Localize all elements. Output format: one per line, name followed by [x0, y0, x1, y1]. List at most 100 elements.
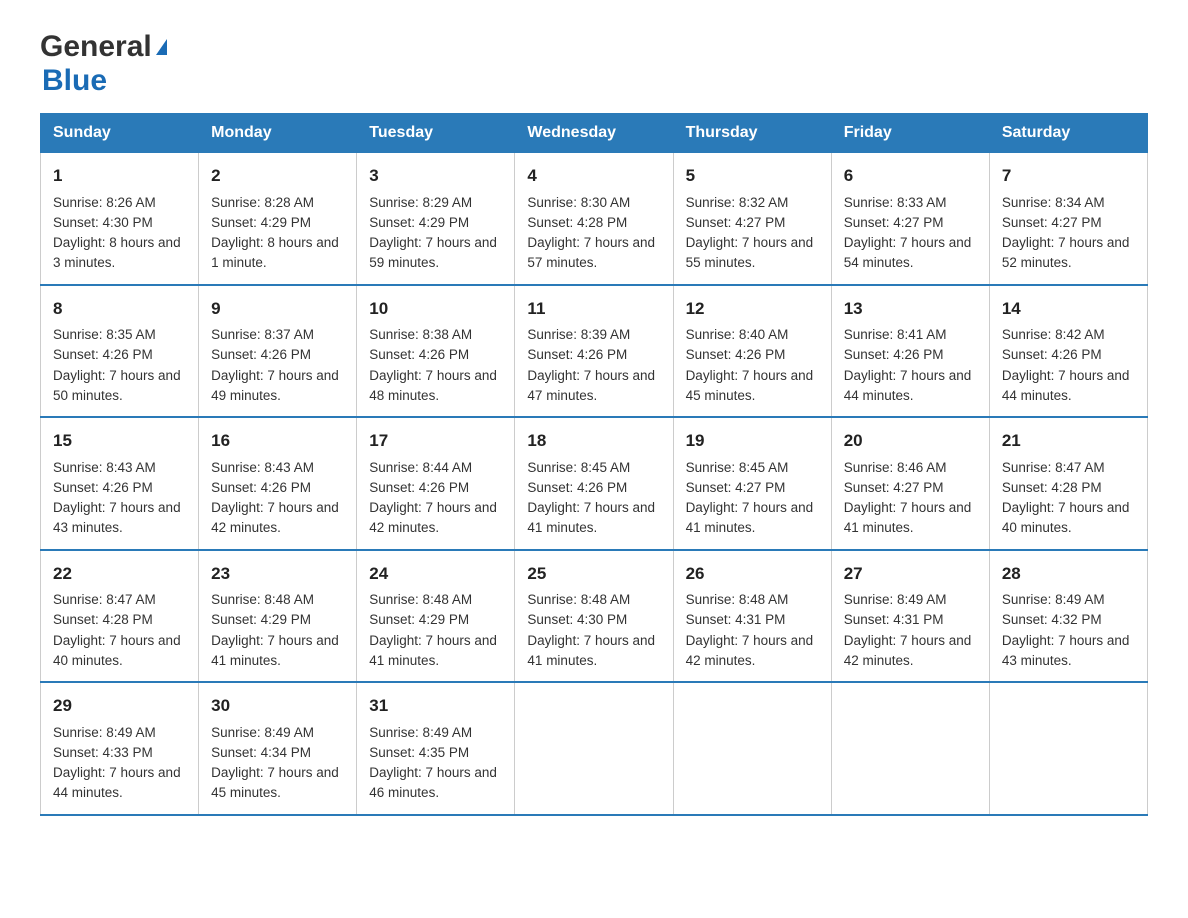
- day-sunrise: Sunrise: 8:41 AM: [844, 327, 947, 342]
- calendar-cell: [515, 682, 673, 815]
- day-sunset: Sunset: 4:31 PM: [844, 612, 944, 627]
- day-sunrise: Sunrise: 8:28 AM: [211, 195, 314, 210]
- day-sunrise: Sunrise: 8:43 AM: [53, 460, 156, 475]
- calendar-cell: 11 Sunrise: 8:39 AM Sunset: 4:26 PM Dayl…: [515, 285, 673, 418]
- day-number: 6: [844, 163, 977, 189]
- day-number: 16: [211, 428, 344, 454]
- day-sunset: Sunset: 4:27 PM: [686, 480, 786, 495]
- calendar-cell: 20 Sunrise: 8:46 AM Sunset: 4:27 PM Dayl…: [831, 417, 989, 550]
- calendar-week-row: 22 Sunrise: 8:47 AM Sunset: 4:28 PM Dayl…: [41, 550, 1148, 683]
- calendar-cell: 12 Sunrise: 8:40 AM Sunset: 4:26 PM Dayl…: [673, 285, 831, 418]
- day-daylight: Daylight: 7 hours and 44 minutes.: [1002, 368, 1130, 403]
- header-friday: Friday: [831, 114, 989, 153]
- day-daylight: Daylight: 7 hours and 44 minutes.: [53, 765, 181, 800]
- day-daylight: Daylight: 7 hours and 42 minutes.: [211, 500, 339, 535]
- day-sunset: Sunset: 4:26 PM: [369, 347, 469, 362]
- day-sunset: Sunset: 4:29 PM: [369, 612, 469, 627]
- day-sunrise: Sunrise: 8:47 AM: [53, 592, 156, 607]
- day-number: 22: [53, 561, 186, 587]
- header-wednesday: Wednesday: [515, 114, 673, 153]
- day-daylight: Daylight: 8 hours and 3 minutes.: [53, 235, 181, 270]
- day-number: 8: [53, 296, 186, 322]
- day-sunset: Sunset: 4:26 PM: [211, 480, 311, 495]
- day-sunrise: Sunrise: 8:38 AM: [369, 327, 472, 342]
- day-sunset: Sunset: 4:26 PM: [211, 347, 311, 362]
- day-daylight: Daylight: 7 hours and 50 minutes.: [53, 368, 181, 403]
- day-number: 17: [369, 428, 502, 454]
- header-monday: Monday: [199, 114, 357, 153]
- day-sunrise: Sunrise: 8:48 AM: [527, 592, 630, 607]
- day-daylight: Daylight: 7 hours and 59 minutes.: [369, 235, 497, 270]
- calendar-cell: 10 Sunrise: 8:38 AM Sunset: 4:26 PM Dayl…: [357, 285, 515, 418]
- day-daylight: Daylight: 7 hours and 45 minutes.: [211, 765, 339, 800]
- day-daylight: Daylight: 7 hours and 42 minutes.: [844, 633, 972, 668]
- day-number: 30: [211, 693, 344, 719]
- day-daylight: Daylight: 7 hours and 41 minutes.: [527, 500, 655, 535]
- day-daylight: Daylight: 8 hours and 1 minute.: [211, 235, 339, 270]
- day-number: 26: [686, 561, 819, 587]
- day-sunset: Sunset: 4:27 PM: [1002, 215, 1102, 230]
- day-daylight: Daylight: 7 hours and 49 minutes.: [211, 368, 339, 403]
- day-sunset: Sunset: 4:31 PM: [686, 612, 786, 627]
- calendar-cell: 31 Sunrise: 8:49 AM Sunset: 4:35 PM Dayl…: [357, 682, 515, 815]
- day-sunrise: Sunrise: 8:49 AM: [1002, 592, 1105, 607]
- calendar-week-row: 8 Sunrise: 8:35 AM Sunset: 4:26 PM Dayli…: [41, 285, 1148, 418]
- logo-general-text: General: [40, 30, 152, 64]
- day-number: 25: [527, 561, 660, 587]
- day-number: 10: [369, 296, 502, 322]
- day-sunrise: Sunrise: 8:30 AM: [527, 195, 630, 210]
- day-sunrise: Sunrise: 8:47 AM: [1002, 460, 1105, 475]
- day-daylight: Daylight: 7 hours and 42 minutes.: [686, 633, 814, 668]
- day-sunset: Sunset: 4:28 PM: [53, 612, 153, 627]
- calendar-cell: 30 Sunrise: 8:49 AM Sunset: 4:34 PM Dayl…: [199, 682, 357, 815]
- calendar-week-row: 1 Sunrise: 8:26 AM Sunset: 4:30 PM Dayli…: [41, 153, 1148, 285]
- day-sunrise: Sunrise: 8:26 AM: [53, 195, 156, 210]
- day-sunrise: Sunrise: 8:37 AM: [211, 327, 314, 342]
- calendar-cell: [673, 682, 831, 815]
- day-sunset: Sunset: 4:26 PM: [53, 480, 153, 495]
- day-number: 1: [53, 163, 186, 189]
- day-number: 18: [527, 428, 660, 454]
- calendar-cell: 14 Sunrise: 8:42 AM Sunset: 4:26 PM Dayl…: [989, 285, 1147, 418]
- day-daylight: Daylight: 7 hours and 43 minutes.: [1002, 633, 1130, 668]
- day-sunrise: Sunrise: 8:35 AM: [53, 327, 156, 342]
- day-sunrise: Sunrise: 8:34 AM: [1002, 195, 1105, 210]
- day-number: 2: [211, 163, 344, 189]
- calendar-cell: 9 Sunrise: 8:37 AM Sunset: 4:26 PM Dayli…: [199, 285, 357, 418]
- calendar-cell: 25 Sunrise: 8:48 AM Sunset: 4:30 PM Dayl…: [515, 550, 673, 683]
- logo-blue-text: Blue: [42, 64, 107, 97]
- day-number: 28: [1002, 561, 1135, 587]
- calendar-header-row: Sunday Monday Tuesday Wednesday Thursday…: [41, 114, 1148, 153]
- day-daylight: Daylight: 7 hours and 40 minutes.: [1002, 500, 1130, 535]
- day-number: 14: [1002, 296, 1135, 322]
- day-sunset: Sunset: 4:29 PM: [211, 612, 311, 627]
- calendar-cell: 23 Sunrise: 8:48 AM Sunset: 4:29 PM Dayl…: [199, 550, 357, 683]
- day-sunrise: Sunrise: 8:48 AM: [369, 592, 472, 607]
- calendar-cell: 5 Sunrise: 8:32 AM Sunset: 4:27 PM Dayli…: [673, 153, 831, 285]
- calendar-cell: 24 Sunrise: 8:48 AM Sunset: 4:29 PM Dayl…: [357, 550, 515, 683]
- day-sunset: Sunset: 4:26 PM: [369, 480, 469, 495]
- day-sunrise: Sunrise: 8:44 AM: [369, 460, 472, 475]
- logo-triangle-icon: [156, 39, 167, 55]
- day-sunrise: Sunrise: 8:29 AM: [369, 195, 472, 210]
- day-daylight: Daylight: 7 hours and 48 minutes.: [369, 368, 497, 403]
- day-number: 21: [1002, 428, 1135, 454]
- day-daylight: Daylight: 7 hours and 57 minutes.: [527, 235, 655, 270]
- calendar-cell: [989, 682, 1147, 815]
- calendar-cell: 1 Sunrise: 8:26 AM Sunset: 4:30 PM Dayli…: [41, 153, 199, 285]
- calendar-cell: 3 Sunrise: 8:29 AM Sunset: 4:29 PM Dayli…: [357, 153, 515, 285]
- day-sunrise: Sunrise: 8:49 AM: [369, 725, 472, 740]
- day-number: 15: [53, 428, 186, 454]
- day-sunrise: Sunrise: 8:40 AM: [686, 327, 789, 342]
- calendar-cell: 6 Sunrise: 8:33 AM Sunset: 4:27 PM Dayli…: [831, 153, 989, 285]
- calendar-cell: 21 Sunrise: 8:47 AM Sunset: 4:28 PM Dayl…: [989, 417, 1147, 550]
- logo: General Blue: [40, 30, 167, 98]
- day-sunset: Sunset: 4:28 PM: [1002, 480, 1102, 495]
- calendar-cell: [831, 682, 989, 815]
- day-daylight: Daylight: 7 hours and 47 minutes.: [527, 368, 655, 403]
- day-number: 3: [369, 163, 502, 189]
- calendar-week-row: 15 Sunrise: 8:43 AM Sunset: 4:26 PM Dayl…: [41, 417, 1148, 550]
- header-thursday: Thursday: [673, 114, 831, 153]
- day-sunset: Sunset: 4:28 PM: [527, 215, 627, 230]
- day-number: 31: [369, 693, 502, 719]
